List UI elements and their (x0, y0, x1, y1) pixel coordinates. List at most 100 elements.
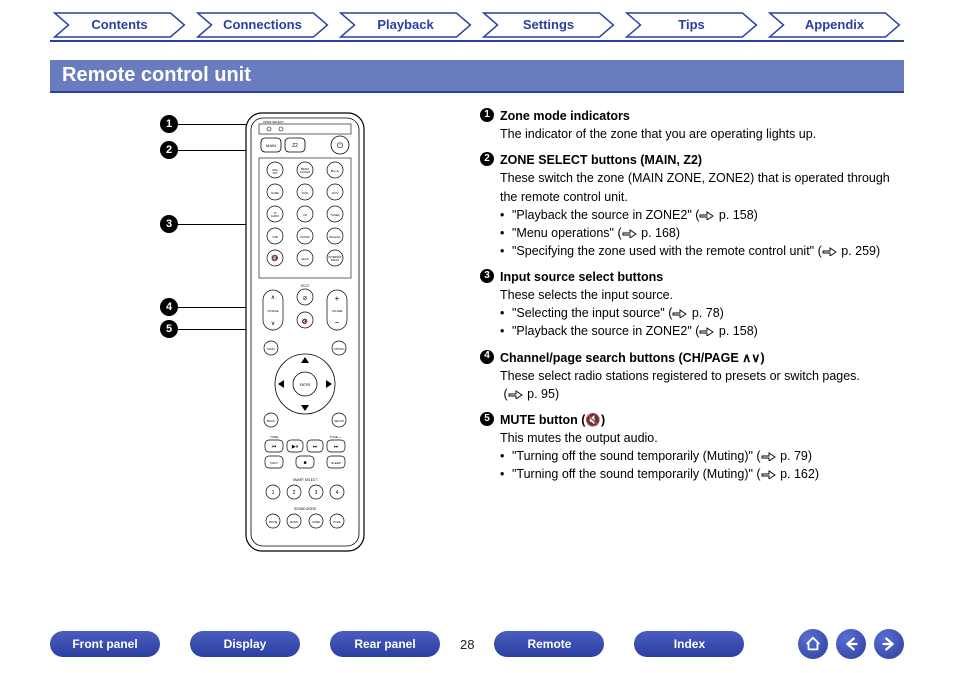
item-body: The indicator of the zone that you are o… (500, 125, 904, 143)
svg-text:AUX2: AUX2 (332, 191, 339, 195)
item-number: 4 (480, 350, 494, 364)
pill-remote[interactable]: Remote (494, 631, 604, 657)
svg-text:▶⏸: ▶⏸ (292, 444, 299, 450)
svg-text:TUNER: TUNER (331, 213, 340, 217)
hand-icon (672, 307, 688, 318)
bullet-link[interactable]: "Playback the source in ZONE2" ( p. 158) (500, 322, 904, 340)
svg-text:TUNE -: TUNE - (270, 435, 280, 439)
tab-tips[interactable]: Tips (622, 12, 761, 38)
svg-text:MUSIC: MUSIC (290, 520, 298, 524)
tab-label: Connections (223, 17, 302, 32)
svg-text:Z2: Z2 (292, 143, 298, 149)
callout-number: 3 (160, 215, 178, 233)
svg-text:MOVIE: MOVIE (269, 520, 278, 524)
tab-label: Contents (91, 17, 147, 32)
svg-text:MAIN: MAIN (267, 347, 275, 351)
svg-text:∨: ∨ (271, 321, 275, 327)
tab-label: Settings (523, 17, 574, 32)
tab-connections[interactable]: Connections (193, 12, 332, 38)
hand-icon (699, 209, 715, 220)
svg-text:3: 3 (315, 490, 318, 496)
svg-text:CD: CD (303, 213, 307, 217)
callout-number: 4 (160, 298, 178, 316)
item-number: 2 (480, 152, 494, 166)
callout-3: 3 (160, 215, 254, 233)
desc-item-1: 1 Zone mode indicators The indicator of … (480, 107, 904, 143)
svg-text:🔇: 🔇 (271, 254, 279, 262)
svg-text:4: 4 (336, 490, 339, 496)
bullet-link[interactable]: "Menu operations" ( p. 168) (500, 224, 904, 242)
tab-contents[interactable]: Contents (50, 12, 189, 38)
svg-text:SLEEP: SLEEP (331, 461, 341, 465)
tab-playback[interactable]: Playback (336, 12, 475, 38)
pill-index[interactable]: Index (634, 631, 744, 657)
svg-text:⏮: ⏮ (272, 444, 277, 450)
next-page-button[interactable] (874, 629, 904, 659)
section-title: Remote control unit (50, 60, 904, 93)
arrow-left-icon (842, 635, 860, 653)
svg-text:MAIN: MAIN (266, 143, 276, 148)
item-number: 1 (480, 108, 494, 122)
leader-line (178, 329, 254, 330)
svg-text:Bluetooth: Bluetooth (330, 235, 342, 239)
bullet-link[interactable]: "Specifying the zone used with the remot… (500, 242, 904, 260)
leader-line (178, 224, 254, 225)
svg-text:⏻: ⏻ (337, 141, 344, 150)
svg-text:AUX1: AUX1 (302, 191, 309, 195)
item-title: ZONE SELECT buttons (MAIN, Z2) (500, 151, 702, 169)
pill-rear-panel[interactable]: Rear panel (330, 631, 440, 657)
nav-icon-group (798, 629, 904, 659)
svg-text:CH/PAGE: CH/PAGE (267, 310, 278, 313)
tab-label: Tips (678, 17, 705, 32)
svg-text:SETUP: SETUP (334, 419, 344, 423)
svg-text:HEOS: HEOS (301, 257, 309, 261)
svg-text:INFO: INFO (270, 461, 278, 465)
svg-text:SAT: SAT (273, 171, 278, 175)
pill-front-panel[interactable]: Front panel (50, 631, 160, 657)
hand-icon (822, 245, 838, 256)
bullet-link[interactable]: "Playback the source in ZONE2" ( p. 158) (500, 206, 904, 224)
svg-text:PHONO: PHONO (300, 235, 310, 239)
bullet-link[interactable]: "Selecting the input source" ( p. 78) (500, 304, 904, 322)
item-title: Zone mode indicators (500, 107, 630, 125)
svg-text:AUDIO: AUDIO (271, 214, 279, 218)
tab-settings[interactable]: Settings (479, 12, 618, 38)
callout-4: 4 (160, 298, 254, 316)
prev-page-button[interactable] (836, 629, 866, 659)
item-body: These selects the input source. (500, 286, 904, 304)
item-title: MUTE button (🔇) (500, 411, 605, 429)
svg-text:PURE: PURE (333, 520, 340, 524)
hand-icon (508, 388, 524, 399)
bullet-link[interactable]: "Turning off the sound temporarily (Muti… (500, 465, 904, 483)
right-column: 1 Zone mode indicators The indicator of … (480, 107, 904, 491)
svg-text:2: 2 (293, 490, 296, 496)
callout-number: 5 (160, 320, 178, 338)
svg-text:■: ■ (303, 460, 306, 466)
item-title: Input source select buttons (500, 268, 663, 286)
tab-label: Appendix (805, 17, 864, 32)
svg-text:SOUND MODE: SOUND MODE (294, 507, 316, 511)
item-number: 5 (480, 412, 494, 426)
nav-underline (50, 40, 904, 42)
tab-appendix[interactable]: Appendix (765, 12, 904, 38)
desc-item-4: 4 Channel/page search buttons (CH/PAGE ∧… (480, 349, 904, 403)
svg-text:1: 1 (272, 490, 275, 496)
tab-label: Playback (377, 17, 433, 32)
callout-number: 1 (160, 115, 178, 133)
svg-text:Blu-ray: Blu-ray (331, 169, 340, 173)
home-button[interactable] (798, 629, 828, 659)
svg-text:PLAYER: PLAYER (300, 170, 310, 174)
svg-text:TUNE +: TUNE + (330, 435, 341, 439)
top-nav: Contents Connections Playback Settings T… (0, 0, 954, 38)
left-column: 1 2 3 4 5 (50, 107, 480, 491)
svg-text:GAME: GAME (271, 191, 279, 195)
desc-item-5: 5 MUTE button (🔇) This mutes the output … (480, 411, 904, 484)
pill-display[interactable]: Display (190, 631, 300, 657)
svg-text:🔇: 🔇 (302, 318, 308, 325)
bullet-link[interactable]: "Turning off the sound temporarily (Muti… (500, 447, 904, 465)
hand-icon (622, 227, 638, 238)
section-title-text: Remote control unit (62, 64, 251, 86)
page-ref[interactable]: ( p. 95) (500, 385, 904, 403)
svg-text:⊘: ⊘ (302, 296, 307, 302)
leader-line (178, 150, 254, 151)
